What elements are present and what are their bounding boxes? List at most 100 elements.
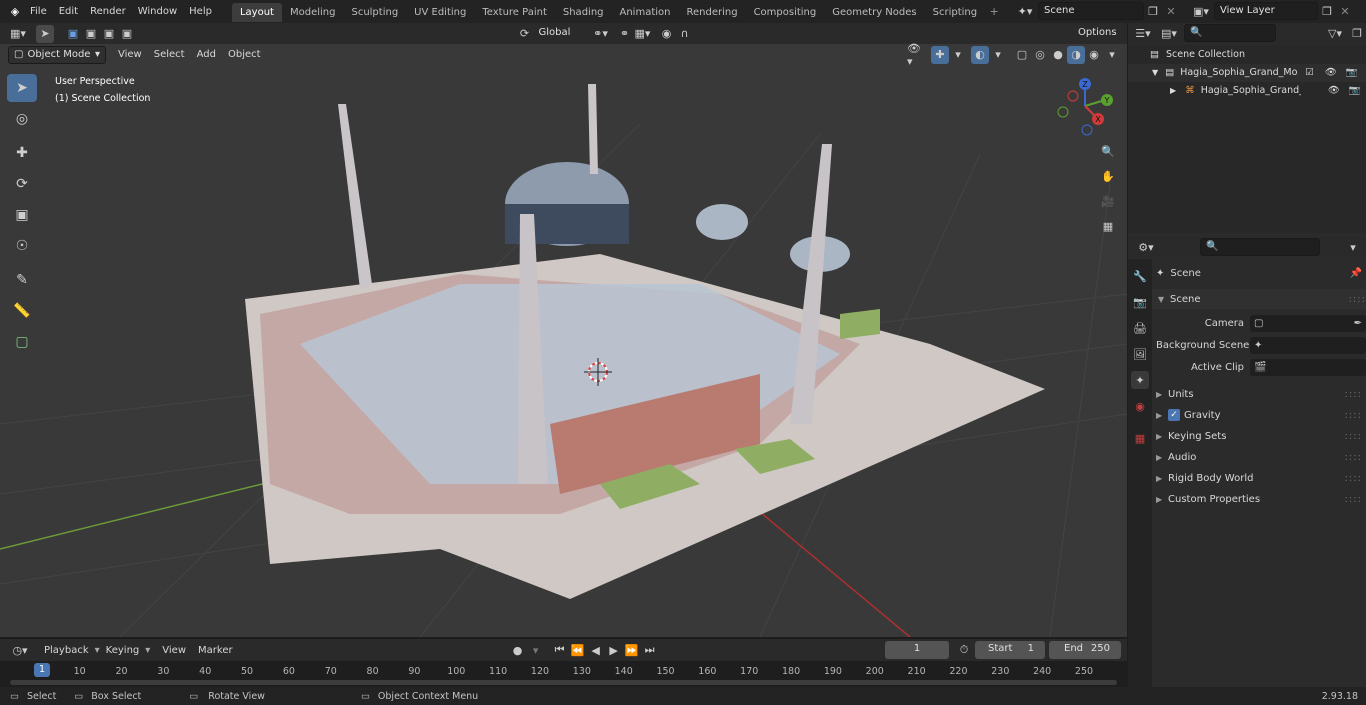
view-layer-tab-icon[interactable]: 🖼 bbox=[1131, 345, 1149, 363]
zoom-icon[interactable]: 🔍 bbox=[1099, 142, 1117, 160]
menu-select[interactable]: Select bbox=[148, 49, 191, 60]
outliner-scene-collection[interactable]: ▤ Scene Collection bbox=[1128, 46, 1366, 64]
pan-hand-icon[interactable]: ✋ bbox=[1099, 167, 1117, 185]
gizmo-dropdown-icon[interactable]: ▾ bbox=[949, 46, 967, 64]
menu-edit[interactable]: Edit bbox=[53, 0, 84, 23]
view-layer-selector[interactable]: ▣▾ View Layer ❐ ✕ bbox=[1188, 2, 1354, 20]
tab-texture-paint[interactable]: Texture Paint bbox=[474, 3, 555, 22]
measure-tool-icon[interactable]: 📏 bbox=[7, 297, 37, 325]
rendered-shading-icon[interactable]: ◉ bbox=[1085, 46, 1103, 64]
pivot-icon[interactable]: ⚭▾ bbox=[592, 25, 610, 43]
drag-handle-icon[interactable]: :::: bbox=[1345, 389, 1362, 400]
play-reverse-icon[interactable]: ◀ bbox=[587, 641, 605, 659]
tool-tab-icon[interactable]: 🔧 bbox=[1131, 267, 1149, 285]
exclude-checkbox-icon[interactable]: ☑ bbox=[1305, 67, 1314, 78]
jump-start-icon[interactable]: ⏮ bbox=[551, 641, 569, 659]
tab-shading[interactable]: Shading bbox=[555, 3, 612, 22]
record-icon[interactable]: ● bbox=[509, 641, 527, 659]
select-new-icon[interactable]: ▣ bbox=[64, 25, 82, 43]
tab-layout[interactable]: Layout bbox=[231, 3, 282, 22]
select-box-tool-icon[interactable]: ➤ bbox=[7, 74, 37, 102]
snap-icon[interactable]: ⚭ bbox=[616, 25, 634, 43]
new-collection-icon[interactable]: ❐ bbox=[1348, 24, 1366, 42]
scene-panel-header[interactable]: ▼ Scene :::: bbox=[1152, 289, 1366, 309]
navigation-gizmo[interactable]: Z Y X bbox=[1055, 74, 1115, 140]
gravity-panel[interactable]: ▶ ✓ Gravity :::: bbox=[1156, 405, 1362, 425]
tab-compositing[interactable]: Compositing bbox=[746, 3, 825, 22]
overlay-dropdown-icon[interactable]: ▾ bbox=[989, 46, 1007, 64]
scene-name-field[interactable]: Scene bbox=[1038, 2, 1144, 20]
tab-scripting[interactable]: Scripting bbox=[925, 3, 985, 22]
delete-scene-icon[interactable]: ✕ bbox=[1162, 2, 1180, 20]
pin-icon[interactable]: 📌 bbox=[1350, 268, 1362, 279]
menu-view[interactable]: View bbox=[156, 645, 192, 656]
active-clip-field[interactable]: 🎬 bbox=[1250, 358, 1366, 376]
tab-sculpting[interactable]: Sculpting bbox=[343, 3, 406, 22]
wireframe-shading-icon[interactable]: ◎ bbox=[1031, 46, 1049, 64]
perspective-grid-icon[interactable]: ▦ bbox=[1099, 217, 1117, 235]
drag-handle-icon[interactable]: :::: bbox=[1345, 431, 1362, 442]
tab-uv-editing[interactable]: UV Editing bbox=[406, 3, 474, 22]
background-scene-field[interactable]: ✦ bbox=[1250, 336, 1366, 354]
object-mode-dropdown[interactable]: ▢ Object Mode ▾ bbox=[8, 45, 106, 64]
cursor-tool-icon[interactable]: ◎ bbox=[7, 105, 37, 133]
menu-help[interactable]: Help bbox=[183, 0, 218, 23]
blender-logo-icon[interactable]: ◈ bbox=[6, 3, 24, 21]
3d-viewport[interactable]: User Perspective (1) Scene Collection Z … bbox=[0, 44, 1127, 637]
scale-tool-icon[interactable]: ▣ bbox=[7, 201, 37, 229]
timeline-editor-icon[interactable]: ◷▾ bbox=[6, 641, 34, 659]
start-frame-field[interactable]: Start 1 bbox=[975, 641, 1045, 659]
drag-handle-icon[interactable]: :::: bbox=[1345, 452, 1362, 463]
gizmo-toggle-icon[interactable]: ✚ bbox=[931, 45, 949, 64]
add-cube-tool-icon[interactable]: ▢ bbox=[7, 328, 37, 356]
properties-search-input[interactable]: 🔍 bbox=[1200, 238, 1320, 256]
camera-field[interactable]: ▢ ✒ bbox=[1250, 314, 1366, 332]
view-layer-field[interactable]: View Layer bbox=[1214, 2, 1318, 20]
rigid-body-world-panel[interactable]: ▶ Rigid Body World :::: bbox=[1156, 468, 1362, 488]
tab-animation[interactable]: Animation bbox=[612, 3, 679, 22]
menu-keying[interactable]: Keying bbox=[100, 645, 146, 656]
current-frame-marker[interactable]: 1 bbox=[33, 663, 51, 677]
snap-target-icon[interactable]: ▦▾ bbox=[634, 25, 652, 43]
frame-ruler[interactable]: 1 10 20 30 40 50 60 70 80 90 100 110 120 130 140 150 160… bbox=[0, 661, 1127, 679]
drag-handle-icon[interactable]: :::: bbox=[1349, 294, 1366, 305]
menu-object[interactable]: Object bbox=[222, 49, 267, 60]
next-keyframe-icon[interactable]: ⏩ bbox=[623, 641, 641, 659]
menu-marker[interactable]: Marker bbox=[192, 645, 239, 656]
add-workspace-icon[interactable]: + bbox=[985, 3, 1003, 21]
tab-geometry-nodes[interactable]: Geometry Nodes bbox=[824, 3, 924, 22]
timeline-scrubber[interactable]: 1 10 20 30 40 50 60 70 80 90 100 110 120 130 140 150 160… bbox=[0, 661, 1127, 687]
camera-render-icon[interactable]: 📷 bbox=[1346, 67, 1358, 78]
material-shading-icon[interactable]: ◑ bbox=[1067, 45, 1085, 64]
tab-modeling[interactable]: Modeling bbox=[282, 3, 344, 22]
drag-handle-icon[interactable]: :::: bbox=[1345, 473, 1362, 484]
overlay-toggle-icon[interactable]: ◐ bbox=[971, 45, 989, 64]
menu-playback[interactable]: Playback bbox=[38, 645, 95, 656]
world-tab-icon[interactable]: ◉ bbox=[1131, 397, 1149, 415]
display-mode-icon[interactable]: ▤▾ bbox=[1156, 24, 1182, 42]
play-icon[interactable]: ▶ bbox=[605, 641, 623, 659]
gravity-checkbox[interactable]: ✓ bbox=[1168, 409, 1180, 421]
proportional-edit-icon[interactable]: ◉ bbox=[658, 25, 676, 43]
menu-view[interactable]: View bbox=[112, 49, 148, 60]
menu-window[interactable]: Window bbox=[132, 0, 183, 23]
drag-handle-icon[interactable]: :::: bbox=[1345, 494, 1362, 505]
texture-tab-icon[interactable]: ▦ bbox=[1131, 429, 1149, 447]
eyedropper-icon[interactable]: ✒ bbox=[1354, 318, 1362, 329]
transform-orientation-dropdown[interactable]: Global bbox=[533, 24, 586, 43]
select-subtract-icon[interactable]: ▣ bbox=[100, 25, 118, 43]
drag-handle-icon[interactable]: :::: bbox=[1345, 410, 1362, 421]
properties-editor-icon[interactable]: ⚙▾ bbox=[1132, 238, 1160, 256]
editor-type-icon[interactable]: ▦▾ bbox=[4, 25, 32, 43]
outliner-item-hagia-sophia[interactable]: ▼ ▤ Hagia_Sophia_Grand_Mosque ☑ 👁 📷 bbox=[1128, 64, 1366, 82]
camera-view-icon[interactable]: 🎥 bbox=[1099, 192, 1117, 210]
camera-render-icon[interactable]: 📷 bbox=[1349, 85, 1361, 96]
expand-chevron-icon[interactable]: ▼ bbox=[1152, 68, 1158, 77]
filter-icon[interactable]: ▽▾ bbox=[1322, 24, 1348, 42]
delete-view-layer-icon[interactable]: ✕ bbox=[1336, 2, 1354, 20]
properties-options-icon[interactable]: ▾ bbox=[1344, 238, 1362, 256]
select-intersect-icon[interactable]: ▣ bbox=[118, 25, 136, 43]
eye-icon[interactable]: 👁 bbox=[1328, 85, 1340, 96]
solid-shading-icon[interactable]: ● bbox=[1049, 46, 1067, 64]
menu-add[interactable]: Add bbox=[191, 49, 222, 60]
